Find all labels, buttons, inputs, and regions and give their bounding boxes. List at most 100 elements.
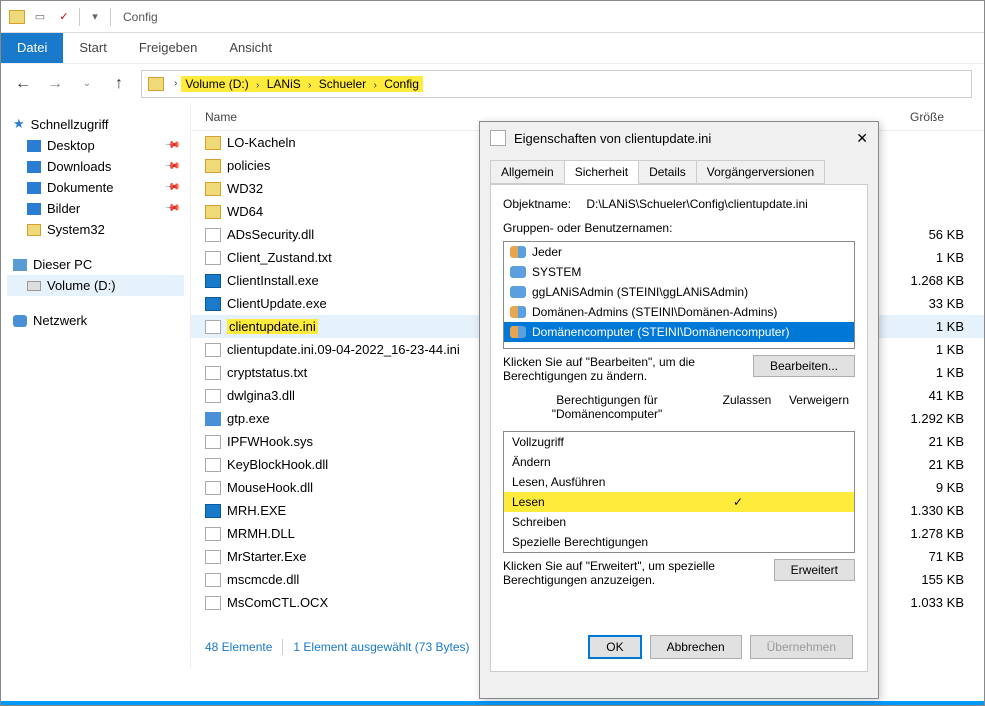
status-selection: 1 Element ausgewählt (73 Bytes) [293,640,469,654]
dialog-title: Eigenschaften von clientupdate.ini [514,131,711,146]
file-icon [205,320,221,334]
file-size: 1 KB [904,319,984,334]
tab-vorgaenger[interactable]: Vorgängerversionen [696,160,825,184]
group-name: ggLANiSAdmin (STEINI\ggLANiSAdmin) [532,285,748,299]
file-size: 1.278 KB [904,526,984,541]
exe-icon [205,297,221,311]
permission-row: Lesen, Ausführen [504,472,854,492]
permission-row: Vollzugriff [504,432,854,452]
perm-for-label: Berechtigungen für "Domänencomputer" [503,393,711,421]
folder-icon [205,182,221,196]
folder-icon [205,205,221,219]
allow-header: Zulassen [711,393,783,421]
qat-dropdown-icon[interactable]: ▾ [86,8,104,26]
file-icon [205,550,221,564]
permission-name: Lesen, Ausführen [512,475,702,489]
file-size: 71 KB [904,549,984,564]
file-icon [205,573,221,587]
nav-volume-d[interactable]: Volume (D:) [7,275,184,296]
deny-header: Verweigern [783,393,855,421]
forward-button[interactable]: → [45,75,65,93]
permission-row: Schreiben [504,512,854,532]
permission-name: Spezielle Berechtigungen [512,535,702,549]
qat-properties-icon[interactable]: ▭ [31,8,49,26]
group-item[interactable]: Domänencomputer (STEINI\Domänencomputer) [504,322,854,342]
ribbon-tabs: Datei Start Freigeben Ansicht [1,33,984,63]
edit-button[interactable]: Bearbeiten... [753,355,855,377]
address-bar-row: ← → ⌄ ↑ › Volume (D:) › LANiS › Schueler… [1,63,984,103]
file-icon [490,130,506,146]
breadcrumb-path[interactable]: Volume (D:) › LANiS › Schueler › Config [181,76,423,92]
status-bar: 48 Elemente 1 Element ausgewählt (73 Byt… [191,634,469,660]
file-size: 41 KB [904,388,984,403]
recent-dropdown-icon[interactable]: ⌄ [77,78,97,89]
permissions-list: Vollzugriff Ändern Lesen, Ausführen Lese… [503,431,855,553]
nav-desktop[interactable]: Desktop📌 [7,135,184,156]
file-icon [205,458,221,472]
cancel-button[interactable]: Abbrechen [650,635,742,659]
group-icon [510,286,526,298]
permission-name: Lesen [512,495,702,509]
navigation-pane: ★Schnellzugriff Desktop📌 Downloads📌 Doku… [1,103,191,668]
permission-row: Ändern [504,452,854,472]
advanced-hint: Klicken Sie auf "Erweitert", um speziell… [503,559,723,587]
up-button[interactable]: ↑ [109,75,129,93]
tab-sicherheit[interactable]: Sicherheit [564,160,639,184]
apply-button[interactable]: Übernehmen [750,635,853,659]
nav-documents[interactable]: Dokumente📌 [7,177,184,198]
nav-downloads[interactable]: Downloads📌 [7,156,184,177]
file-size: 155 KB [904,572,984,587]
deny-check [774,535,846,549]
ok-button[interactable]: OK [588,635,641,659]
close-button[interactable]: ✕ [856,130,868,147]
group-name: Domänencomputer (STEINI\Domänencomputer) [532,325,789,339]
group-name: Domänen-Admins (STEINI\Domänen-Admins) [532,305,777,319]
ribbon-tab-ansicht[interactable]: Ansicht [213,33,288,63]
group-item[interactable]: Domänen-Admins (STEINI\Domänen-Admins) [504,302,854,322]
nav-this-pc[interactable]: Dieser PC [7,254,184,275]
edit-hint: Klicken Sie auf "Bearbeiten", um die Ber… [503,355,723,383]
ribbon-tab-freigeben[interactable]: Freigeben [123,33,214,63]
groups-listbox[interactable]: Jeder SYSTEM ggLANiSAdmin (STEINI\ggLANiSA… [503,241,855,349]
group-item[interactable]: ggLANiSAdmin (STEINI\ggLANiSAdmin) [504,282,854,302]
group-item[interactable]: SYSTEM [504,262,854,282]
back-button[interactable]: ← [13,75,33,93]
col-size[interactable]: Größe [910,110,944,124]
advanced-button[interactable]: Erweitert [774,559,855,581]
breadcrumb[interactable]: › Volume (D:) › LANiS › Schueler › Confi… [141,70,972,98]
group-icon [510,326,526,338]
dialog-tabs: Allgemein Sicherheit Details Vorgängerve… [480,154,878,184]
ribbon-tab-start[interactable]: Start [63,33,122,63]
exe-icon [205,504,221,518]
group-name: SYSTEM [532,265,581,279]
allow-check [702,535,774,549]
file-size: 9 KB [904,480,984,495]
nav-quick-access[interactable]: ★Schnellzugriff [7,113,184,135]
qat-check-icon[interactable]: ✓ [55,8,73,26]
file-icon [205,389,221,403]
group-item[interactable]: Jeder [504,242,854,262]
object-name-label: Objektname: [503,197,583,211]
title-bar: ▭ ✓ ▾ Config [1,1,984,33]
permission-name: Vollzugriff [512,435,702,449]
file-icon [205,481,221,495]
dialog-title-bar[interactable]: Eigenschaften von clientupdate.ini ✕ [480,122,878,154]
allow-check [702,435,774,449]
properties-dialog: Eigenschaften von clientupdate.ini ✕ All… [479,121,879,699]
group-icon [510,246,526,258]
deny-check [774,515,846,529]
chevron-right-icon[interactable]: › [174,78,177,89]
file-icon [205,343,221,357]
nav-network[interactable]: Netzwerk [7,310,184,331]
allow-check [702,515,774,529]
tab-details[interactable]: Details [638,160,697,184]
object-name-value: D:\LANiS\Schueler\Config\clientupdate.in… [586,197,807,211]
file-size: 56 KB [904,227,984,242]
tab-allgemein[interactable]: Allgemein [490,160,565,184]
nav-pictures[interactable]: Bilder📌 [7,198,184,219]
ribbon-tab-datei[interactable]: Datei [1,33,63,63]
file-size: 1 KB [904,342,984,357]
nav-system32[interactable]: System32 [7,219,184,240]
group-icon [510,306,526,318]
file-size: 21 KB [904,434,984,449]
